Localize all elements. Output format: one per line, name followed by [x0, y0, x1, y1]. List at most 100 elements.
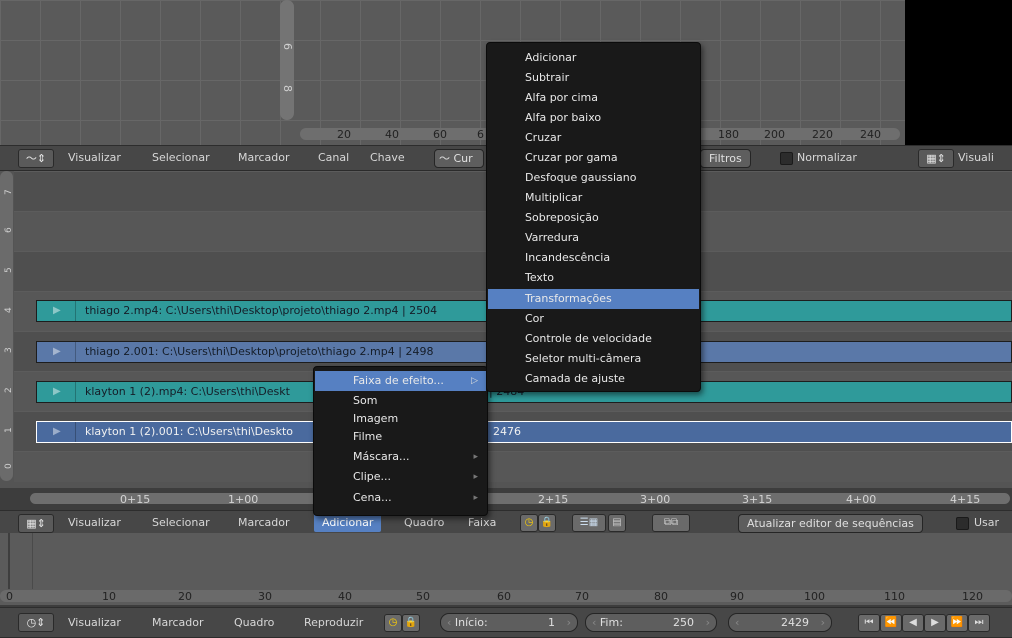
graph-vertical-scrollbar[interactable]: [280, 0, 294, 120]
preview-icon[interactable]: ▤: [608, 514, 626, 532]
effect-item[interactable]: Cruzar: [488, 128, 699, 148]
effect-item[interactable]: Varredura: [488, 228, 699, 248]
menu-chave[interactable]: Chave: [370, 151, 405, 164]
decrement-arrow-icon: ‹: [592, 616, 600, 629]
menu-marcador[interactable]: Marcador: [238, 151, 290, 164]
editor-type-button[interactable]: 〜⇕: [18, 149, 54, 168]
effect-item[interactable]: Alfa por cima: [488, 88, 699, 108]
strip-label: klayton 1 (2).001: C:\Users\thi\Deskto: [85, 425, 293, 438]
editor-type-button[interactable]: ▦⇕: [18, 514, 54, 533]
effect-item[interactable]: Incandescência: [488, 248, 699, 268]
next-keyframe-icon[interactable]: ⏩: [946, 614, 968, 632]
effect-item-selected[interactable]: Transformações: [488, 289, 699, 309]
strip-handle[interactable]: ▶: [37, 422, 76, 442]
preview-panel: [905, 0, 1012, 145]
menu-marcador[interactable]: Marcador: [152, 616, 204, 629]
lock-icon[interactable]: 🔒: [538, 514, 556, 532]
menu-marcador[interactable]: Marcador: [238, 516, 290, 529]
mode-selector[interactable]: 〜 Cur: [434, 149, 484, 168]
strip-handle[interactable]: ▶: [37, 301, 76, 321]
end-frame-field[interactable]: ‹ Fim: 250 ›: [585, 613, 717, 632]
strip-handle[interactable]: ▶: [37, 342, 76, 362]
graph-x-label: 40: [385, 128, 399, 141]
sequencer-vertical-scrollbar[interactable]: [0, 171, 13, 481]
curve-icon: 〜: [439, 152, 454, 165]
channel-number: 7: [4, 189, 14, 195]
effect-item[interactable]: Cruzar por gama: [488, 148, 699, 168]
play-icon[interactable]: ▶: [924, 614, 946, 632]
strip-label: thiago 2.001: C:\Users\thi\Desktop\proje…: [85, 345, 434, 358]
menu-visualizar-right[interactable]: Visuali: [958, 151, 994, 164]
submenu-arrow-icon: ▸: [473, 472, 478, 482]
menu-item-image[interactable]: Imagem: [315, 409, 486, 429]
clock-icon[interactable]: ◷: [520, 514, 538, 532]
jump-start-icon[interactable]: ⏮: [858, 614, 880, 632]
effect-item[interactable]: Alfa por baixo: [488, 108, 699, 128]
menu-visualizar[interactable]: Visualizar: [68, 151, 121, 164]
effect-item[interactable]: Texto: [488, 268, 699, 288]
menu-reproduzir[interactable]: Reproduzir: [304, 616, 363, 629]
menu-canal[interactable]: Canal: [318, 151, 349, 164]
menu-item-effect-strip[interactable]: Faixa de efeito... ▷: [315, 371, 486, 391]
channel-number: 5: [4, 267, 14, 273]
editor-type-button[interactable]: ◷⇕: [18, 613, 54, 632]
jump-end-icon[interactable]: ⏭: [968, 614, 990, 632]
effect-item-label: Alfa por cima: [525, 91, 598, 104]
effect-item[interactable]: Sobreposição: [488, 208, 699, 228]
submenu-arrow-icon: ▸: [473, 493, 478, 503]
filters-button[interactable]: Filtros: [700, 149, 751, 168]
sequence-strip-selected[interactable]: ▶ klayton 1 (2).001: C:\Users\thi\Deskto…: [36, 421, 1012, 443]
play-reverse-icon[interactable]: ◀: [902, 614, 924, 632]
effect-strip-submenu: Adicionar Subtrair Alfa por cima Alfa po…: [486, 42, 701, 392]
normalize-checkbox[interactable]: [780, 152, 793, 165]
current-frame-field[interactable]: ‹ 2429 ›: [728, 613, 832, 632]
effect-item[interactable]: Desfoque gaussiano: [488, 168, 699, 188]
menu-item-clip[interactable]: Clipe... ▸: [315, 467, 486, 487]
menu-item-scene[interactable]: Cena... ▸: [315, 488, 486, 508]
effect-item-label: Incandescência: [525, 251, 611, 264]
start-frame-field[interactable]: ‹ Início: 1 ›: [440, 613, 578, 632]
strip-label: klayton 1 (2).mp4: C:\Users\thi\Deskt: [85, 385, 290, 398]
effect-item[interactable]: Multiplicar: [488, 188, 699, 208]
menu-selecionar[interactable]: Selecionar: [152, 151, 210, 164]
menu-item-mask[interactable]: Máscara... ▸: [315, 447, 486, 467]
editor-type-button-right[interactable]: ▦⇕: [918, 149, 954, 168]
ruler-label: 0+15: [120, 493, 151, 506]
menu-quadro[interactable]: Quadro: [404, 516, 444, 529]
effect-item[interactable]: Seletor multi-câmera: [488, 349, 699, 369]
ruler-label: 4+00: [846, 493, 877, 506]
menu-faixa[interactable]: Faixa: [468, 516, 496, 529]
menu-item-sound[interactable]: Som: [315, 391, 486, 411]
ruler-label: 1+00: [228, 493, 259, 506]
menu-item-movie[interactable]: Filme: [315, 427, 486, 447]
effect-item[interactable]: Camada de ajuste: [488, 369, 699, 389]
effect-item[interactable]: Subtrair: [488, 68, 699, 88]
effect-item[interactable]: Adicionar: [488, 48, 699, 68]
start-label: Início:: [454, 616, 488, 629]
decrement-arrow-icon: ‹: [735, 616, 740, 629]
menu-quadro[interactable]: Quadro: [234, 616, 274, 629]
strip-label: thiago 2.mp4: C:\Users\thi\Desktop\proje…: [85, 304, 438, 317]
use-checkbox[interactable]: [956, 517, 969, 530]
timeline-tick: 90: [730, 590, 744, 603]
overlay-icon[interactable]: ⧉⧉: [652, 514, 690, 532]
refresh-sequencer-button[interactable]: Atualizar editor de sequências: [738, 514, 923, 533]
timeline-tick: 120: [962, 590, 983, 603]
effect-item-label: Multiplicar: [525, 191, 583, 204]
timeline-tick: 0: [6, 590, 13, 603]
effect-item-label: Controle de velocidade: [525, 332, 652, 345]
clock-icon[interactable]: ◷: [384, 614, 402, 632]
ruler-label: 3+15: [742, 493, 773, 506]
menu-visualizar[interactable]: Visualizar: [68, 616, 121, 629]
prev-keyframe-icon[interactable]: ⏪: [880, 614, 902, 632]
effect-item[interactable]: Controle de velocidade: [488, 329, 699, 349]
strip-handle[interactable]: ▶: [37, 382, 76, 402]
sequencer-view-icon[interactable]: ☰▦: [572, 514, 606, 532]
graph-x-label: 200: [764, 128, 785, 141]
menu-visualizar[interactable]: Visualizar: [68, 516, 121, 529]
effect-item[interactable]: Cor: [488, 309, 699, 329]
timeline-header: ◷⇕ Visualizar Marcador Quadro Reproduzir…: [0, 607, 1012, 638]
lock-icon[interactable]: 🔒: [402, 614, 420, 632]
menu-selecionar[interactable]: Selecionar: [152, 516, 210, 529]
effect-item-label: Alfa por baixo: [525, 111, 602, 124]
